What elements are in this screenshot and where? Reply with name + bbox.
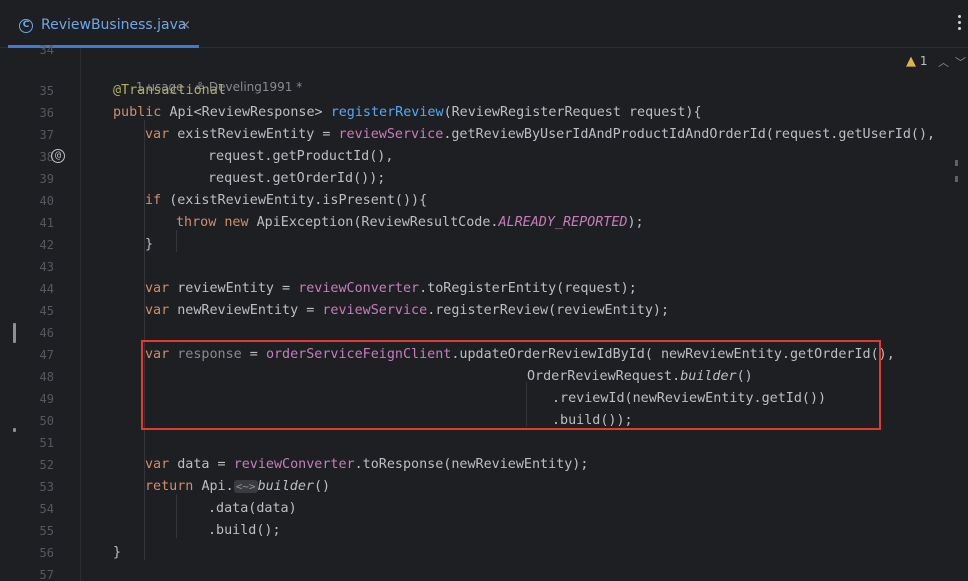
- code-line: if (existReviewEntity.isPresent()){: [145, 193, 428, 208]
- chevron-up-icon[interactable]: ︿: [938, 54, 949, 70]
- line-number: 40: [39, 194, 54, 208]
- class-c-icon: C: [19, 19, 33, 33]
- indent-guide: [176, 230, 177, 252]
- line-number: 56: [39, 546, 54, 560]
- code-line: }: [113, 545, 122, 560]
- line-number: 55: [39, 524, 54, 538]
- editor-tab-bar: C ReviewBusiness.java ×: [0, 0, 968, 48]
- type-hint[interactable]: <~>: [233, 480, 258, 493]
- line-number: 47: [39, 348, 54, 362]
- line-number: 45: [39, 304, 54, 318]
- change-marker[interactable]: [13, 428, 16, 432]
- code-line: request.getProductId(),: [208, 149, 394, 164]
- code-line: var newReviewEntity = reviewService.regi…: [145, 303, 670, 318]
- code-line: var reviewEntity = reviewConverter.toReg…: [145, 281, 637, 296]
- warning-icon: ▲: [906, 54, 916, 69]
- line-number: 38: [39, 150, 54, 164]
- line-number: 34: [39, 43, 54, 57]
- inspection-widget[interactable]: ▲ 1: [906, 54, 927, 69]
- indent-guide: [176, 494, 177, 538]
- line-number: 50: [39, 414, 54, 428]
- code-line: var existReviewEntity = reviewService.ge…: [145, 127, 936, 142]
- code-line: request.getOrderId());: [208, 171, 386, 186]
- line-number: 57: [39, 568, 54, 581]
- code-line: var data = reviewConverter.toResponse(ne…: [145, 457, 589, 472]
- change-marker[interactable]: [13, 323, 16, 343]
- scrollbar-markers[interactable]: [955, 160, 958, 192]
- line-number: 44: [39, 282, 54, 296]
- line-number: 36: [39, 106, 54, 120]
- line-number: 41: [39, 216, 54, 230]
- line-number: 46: [39, 326, 54, 340]
- line-number: 52: [39, 458, 54, 472]
- code-line: .build();: [208, 523, 281, 538]
- line-number: 48: [39, 370, 54, 384]
- line-number: 39: [39, 172, 54, 186]
- editor-window: C ReviewBusiness.java × 34 35 36 37 38 3…: [0, 0, 968, 581]
- line-number: 51: [39, 436, 54, 450]
- code-line: .data(data): [208, 501, 297, 516]
- line-number: 42: [39, 238, 54, 252]
- line-number-gutter[interactable]: 34 35 36 37 38 39 40 41 42 43 44 45 46 4…: [0, 43, 80, 581]
- line-number: 53: [39, 480, 54, 494]
- code-line: return Api. <~> builder(): [145, 479, 331, 494]
- gutter-divider: [80, 48, 81, 581]
- highlight-annotation-box: [141, 340, 881, 430]
- line-number: 49: [39, 392, 54, 406]
- warning-count: 1: [919, 54, 928, 68]
- tab-label: ReviewBusiness.java: [41, 17, 187, 33]
- spring-bean-icon[interactable]: @: [51, 149, 65, 163]
- code-line: public Api<ReviewResponse> registerRevie…: [113, 105, 702, 120]
- line-number: 37: [39, 128, 54, 142]
- more-options-icon[interactable]: [956, 12, 962, 34]
- code-line: @Transactional: [113, 83, 226, 98]
- line-number: 35: [39, 84, 54, 98]
- code-line: throw new ApiException(ReviewResultCode.…: [176, 215, 644, 230]
- close-icon[interactable]: ×: [180, 18, 191, 33]
- line-number: 43: [39, 260, 54, 274]
- code-line: }: [145, 237, 154, 252]
- line-number: 54: [39, 502, 54, 516]
- chevron-down-icon[interactable]: ﹀: [955, 54, 966, 70]
